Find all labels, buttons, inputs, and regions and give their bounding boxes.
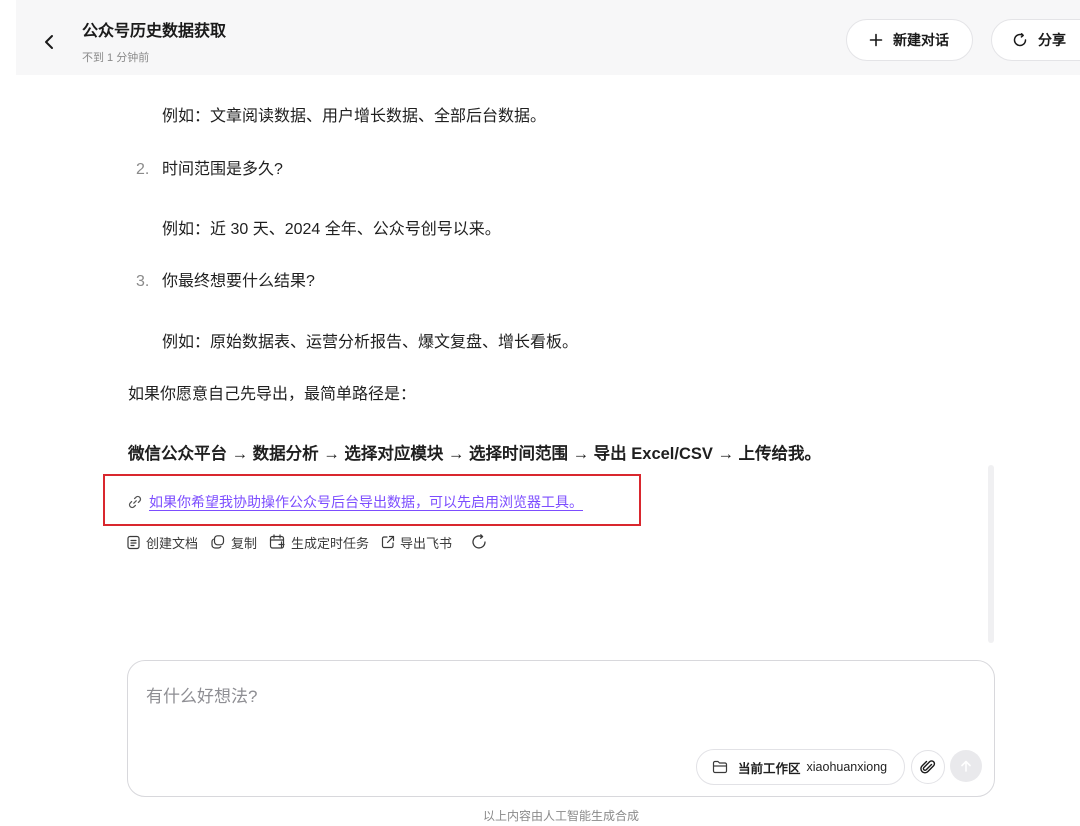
ai-disclaimer: 以上内容由人工智能生成合成	[482, 809, 639, 823]
export-icon	[381, 535, 395, 549]
new-chat-button[interactable]: 新建对话	[846, 19, 973, 61]
new-chat-label: 新建对话	[893, 32, 949, 48]
copy-icon	[210, 534, 226, 550]
list-number: 2.	[136, 161, 150, 178]
export-feishu-button[interactable]: 导出飞书	[381, 533, 452, 552]
schedule-task-button[interactable]: 生成定时任务	[269, 533, 369, 552]
message-input[interactable]	[146, 683, 966, 711]
example-text: 例如：文章阅读数据、用户增长数据、全部后台数据。	[162, 108, 547, 125]
scrollbar[interactable]	[988, 465, 994, 643]
example-text: 例如：原始数据表、运营分析报告、爆文复盘、增长看板。	[162, 334, 579, 351]
refresh-icon	[472, 534, 486, 549]
copy-label: 复制	[231, 535, 258, 551]
list-number: 3.	[136, 273, 150, 290]
chevron-left-icon	[45, 35, 53, 49]
copy-button[interactable]: 复制	[210, 533, 257, 552]
share-icon	[1012, 32, 1028, 48]
conversation-timestamp: 不到 1 分钟前	[82, 52, 150, 64]
folder-icon	[712, 760, 728, 774]
send-button[interactable]	[950, 750, 982, 782]
create-document-label: 创建文档	[146, 535, 199, 551]
document-icon	[126, 535, 141, 550]
attach-button[interactable]	[911, 750, 945, 784]
workspace-selector[interactable]: 当前工作区 xiaohuanxiong	[696, 749, 905, 785]
regenerate-button[interactable]	[470, 533, 488, 551]
create-document-button[interactable]: 创建文档	[126, 533, 198, 552]
calendar-task-icon	[269, 534, 286, 550]
arrow-up-icon	[961, 760, 971, 772]
question-text: 你最终想要什么结果?	[162, 273, 315, 290]
schedule-task-label: 生成定时任务	[291, 535, 370, 551]
message-actions: 创建文档 复制 生成定时任务 导出飞书	[126, 531, 488, 553]
share-button[interactable]: 分享	[991, 19, 1080, 61]
link-icon	[128, 495, 142, 509]
plus-icon	[869, 33, 883, 47]
workspace-label: 当前工作区	[738, 761, 801, 776]
message-composer: 当前工作区 xiaohuanxiong	[127, 660, 995, 797]
top-bar: 公众号历史数据获取 不到 1 分钟前 新建对话 分享	[16, 0, 1080, 75]
export-path-text: 微信公众平台 → 数据分析 → 选择对应模块 → 选择时间范围 → 导出 Exc…	[128, 445, 822, 463]
question-text: 时间范围是多久?	[162, 161, 283, 178]
paperclip-icon	[920, 760, 936, 774]
export-feishu-label: 导出飞书	[400, 535, 453, 551]
browser-tool-link-row[interactable]: 如果你希望我协助操作公众号后台导出数据，可以先启用浏览器工具。	[128, 492, 583, 512]
workspace-name: xiaohuanxiong	[806, 760, 888, 774]
conversation-title: 公众号历史数据获取	[82, 23, 227, 40]
share-label: 分享	[1038, 32, 1066, 48]
example-text: 例如：近 30 天、2024 全年、公众号创号以来。	[162, 221, 501, 238]
enable-browser-tool-link[interactable]: 如果你希望我协助操作公众号后台导出数据，可以先启用浏览器工具。	[149, 492, 583, 512]
export-intro-text: 如果你愿意自己先导出，最简单路径是：	[128, 386, 417, 403]
back-button[interactable]	[40, 30, 60, 54]
